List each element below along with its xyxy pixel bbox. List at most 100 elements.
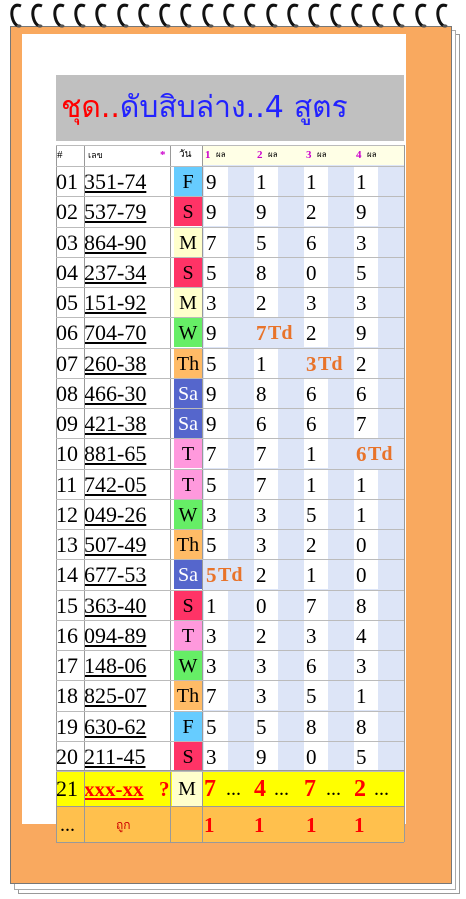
ring-icon: [223, 2, 237, 28]
row-value-1: 1: [204, 589, 228, 620]
table-row: 11 742-05 T 5 7 1 1: [56, 468, 404, 499]
row-value-3: 8: [304, 710, 328, 741]
row-value-2: 7: [254, 438, 278, 469]
row-code: 148-06: [84, 653, 147, 678]
header-formula-4: 4: [356, 149, 362, 161]
ring-icon: [31, 2, 45, 28]
row-value-2: 3: [254, 498, 278, 529]
table-row: 05 151-92 M 3 2 3 3: [56, 287, 404, 317]
row-value-4: 5: [354, 256, 378, 287]
ring-icon: [95, 2, 109, 28]
prediction-code: xxx-xx: [84, 777, 144, 801]
table-row: 04 237-34 S 5 8 0 5: [56, 256, 404, 287]
row-day-badge: Sa: [174, 377, 202, 408]
row-day-badge: S: [174, 196, 202, 227]
row-day-badge: S: [174, 589, 202, 620]
grid-line: [56, 650, 404, 651]
row-value-4: 3: [354, 226, 378, 257]
prediction-number: 21: [56, 776, 78, 801]
row-day-badge: Th: [174, 347, 202, 378]
row-day-badge: T: [174, 468, 202, 499]
row-code: 421-38: [84, 411, 147, 436]
row-value-2: 3: [254, 529, 278, 559]
row-number: 05: [56, 290, 78, 315]
grid-line: [56, 468, 404, 470]
row-number: 13: [56, 532, 78, 557]
table-row: 17 148-06 W 3 3 6 3: [56, 650, 404, 680]
grid-line: [56, 740, 404, 742]
header-number: #: [57, 149, 63, 161]
row-value-3: 6: [304, 226, 328, 257]
ring-icon: [372, 2, 386, 28]
row-value-2: 0: [254, 589, 278, 620]
row-day-badge: F: [174, 710, 202, 741]
title-part1: ชุด..: [61, 90, 120, 125]
td-marker: Td: [218, 564, 243, 587]
grid-line: [56, 256, 404, 258]
row-code: 049-26: [84, 501, 147, 527]
row-code: 677-53: [84, 562, 147, 588]
hit-count-label: ถูก: [116, 818, 131, 832]
row-number: 01: [56, 169, 78, 194]
ring-icon: [202, 2, 216, 28]
ring-icon: [415, 2, 429, 28]
table-row: 10 881-65 T 7 7 1 6 Td: [56, 438, 404, 469]
row-day-badge: Sa: [174, 559, 202, 590]
hit-count-1: 1: [204, 813, 215, 837]
table-row: 14 677-53 Sa 5 Td 2 1 0: [56, 559, 404, 590]
grid-line: [202, 145, 203, 842]
row-value-1: 3: [204, 650, 228, 680]
grid-line: [56, 806, 404, 807]
table-row: 18 825-07 Th 7 3 5 1: [56, 680, 404, 711]
prediction-dots-2: ...: [274, 778, 289, 800]
table-row: 03 864-90 M 7 5 6 3: [56, 226, 404, 257]
row-code: 237-34: [84, 259, 147, 285]
row-value-1: 3: [204, 740, 228, 771]
grid-line: [56, 559, 404, 561]
row-value-3: 5: [304, 498, 328, 529]
row-value-2: 1: [254, 166, 278, 196]
row-value-1: 5: [204, 710, 228, 741]
header-code: เลข: [88, 150, 103, 160]
row-value-3: 5: [304, 680, 328, 711]
row-number: 02: [56, 199, 78, 225]
grid-line: [56, 317, 404, 319]
row-day-badge: Th: [174, 680, 202, 711]
hit-count-row: ... ถูก 1 1 1 1: [56, 806, 404, 842]
row-day-badge: S: [174, 740, 202, 771]
row-code: 363-40: [84, 592, 147, 618]
header-result-4: ผล: [367, 150, 377, 159]
row-value-2: 2: [254, 559, 278, 590]
row-number: 16: [56, 622, 78, 648]
ring-icon: [329, 2, 344, 28]
ring-icon: [436, 2, 450, 28]
row-value-4: 1: [354, 166, 378, 196]
row-value-1: 5: [204, 256, 228, 287]
row-day-badge: W: [174, 650, 202, 680]
grid-line: [56, 226, 404, 228]
row-day-badge: T: [174, 619, 202, 650]
row-value-2: 3: [254, 650, 278, 680]
ring-icon: [265, 2, 280, 28]
header-formula-1: 1: [205, 149, 211, 161]
row-value-2: 1: [254, 347, 278, 378]
row-value-2: 5: [254, 710, 278, 741]
row-code: 630-62: [84, 713, 147, 739]
table-row: 01 351-74 F 9 1 1 1: [56, 166, 404, 196]
row-day-badge: Sa: [174, 408, 202, 438]
row-value-2: 9: [254, 196, 278, 227]
hit-count-4: 1: [354, 813, 365, 837]
grid-line: [84, 145, 85, 842]
header-star: *: [160, 149, 166, 161]
grid-line: [56, 771, 404, 772]
row-code: 466-30: [84, 380, 147, 406]
row-value-1: 5: [204, 468, 228, 499]
row-value-3: 6: [304, 650, 328, 680]
row-value-2: 8: [254, 377, 278, 408]
row-number: 18: [56, 683, 78, 709]
row-number: 17: [56, 653, 78, 678]
table-row: 15 363-40 S 1 0 7 8: [56, 589, 404, 620]
row-value-3: 1: [304, 559, 328, 590]
row-code: 704-70: [84, 320, 147, 346]
header-day: วัน: [179, 149, 192, 160]
